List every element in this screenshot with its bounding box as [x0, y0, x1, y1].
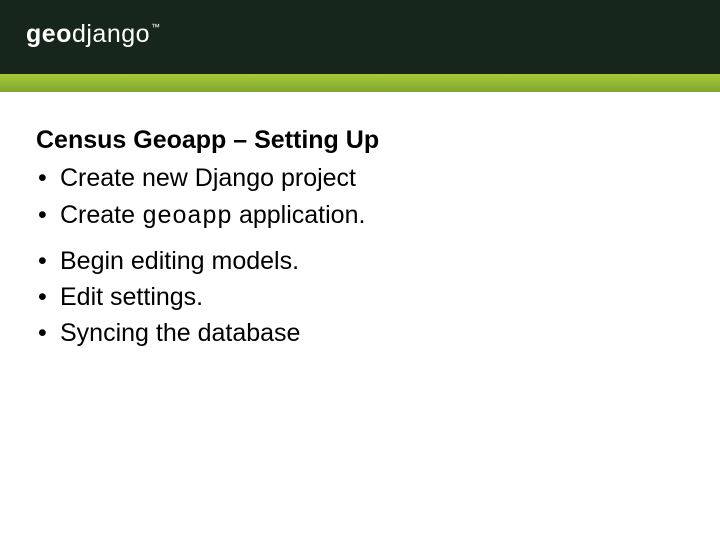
bullet-code: geoapp: [142, 202, 232, 231]
bullet-text-post: application.: [232, 201, 365, 229]
slide-content: Census Geoapp – Setting Up Create new Dj…: [0, 92, 720, 352]
list-item: Create geoapp application.: [36, 197, 684, 235]
list-item: Edit settings.: [36, 279, 684, 315]
brand-prefix: geo: [26, 20, 72, 48]
bullet-text-pre: Create: [60, 201, 142, 229]
accent-bar: [0, 74, 720, 92]
brand-suffix: django: [72, 20, 150, 48]
bullet-text: Create new Django project: [60, 164, 356, 192]
bullet-text: Begin editing models.: [60, 247, 299, 275]
spacer: [36, 235, 684, 243]
brand-trademark: ™: [151, 22, 161, 32]
list-item: Syncing the database: [36, 315, 684, 351]
bullet-group-1: Create new Django project Create geoapp …: [36, 160, 684, 235]
brand-logo: geodjango™: [26, 20, 160, 49]
list-item: Create new Django project: [36, 160, 684, 196]
header-bar: geodjango™: [0, 0, 720, 74]
bullet-text: Syncing the database: [60, 319, 300, 347]
slide-title: Census Geoapp – Setting Up: [36, 122, 684, 158]
bullet-text: Edit settings.: [60, 283, 203, 311]
slide: geodjango™ Census Geoapp – Setting Up Cr…: [0, 0, 720, 540]
list-item: Begin editing models.: [36, 243, 684, 279]
bullet-group-2: Begin editing models. Edit settings. Syn…: [36, 243, 684, 352]
